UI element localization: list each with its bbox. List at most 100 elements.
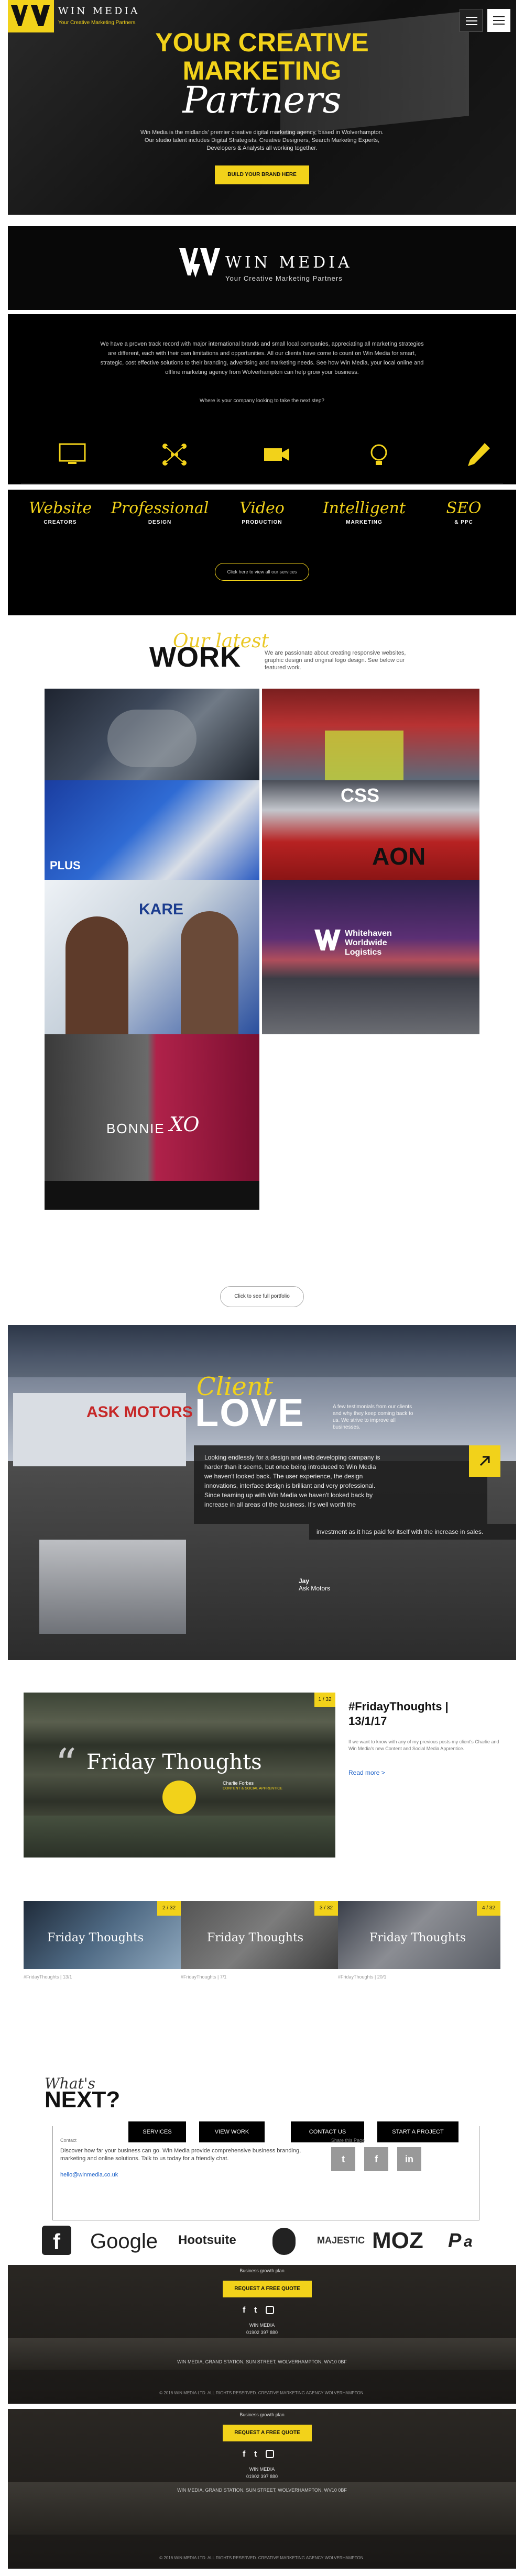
video-camera-icon[interactable] (262, 440, 291, 469)
love-sky (8, 1325, 516, 1377)
about-line: strategic, cost effective solutions to t… (100, 360, 424, 366)
blog-card-small[interactable]: 3 / 32 Friday Thoughts (181, 1901, 338, 1969)
service-marketing[interactable]: Intelligent MARKETING (314, 499, 414, 525)
service-seo[interactable]: SEO & PPC (414, 499, 514, 525)
author-company: Ask Motors (299, 1585, 331, 1592)
portfolio-tile-people[interactable]: KARE (45, 880, 259, 1034)
menu-toggle-button[interactable] (487, 9, 510, 32)
lightbulb-icon[interactable] (364, 440, 394, 469)
service-label: CREATORS (43, 519, 77, 525)
service-label: PRODUCTION (242, 519, 282, 525)
blog-card-title: Friday Thoughts (207, 1931, 304, 1944)
service-video[interactable]: Video PRODUCTION (212, 499, 312, 525)
footer-address: WIN MEDIA, GRAND STATION, SUN STREET, WO… (177, 2487, 347, 2493)
read-more-link[interactable]: Read more > (348, 1769, 385, 1776)
portfolio-tile-css[interactable]: CSS AON (262, 780, 479, 880)
portfolio-tile-mechanic[interactable] (45, 689, 259, 780)
quote-line: we haven't looked back. The user experie… (204, 1473, 363, 1480)
hero-intro-line: Win Media is the midlands' premier creat… (140, 129, 384, 136)
twitter-icon[interactable]: t (331, 2147, 355, 2171)
partner-logo: Google (90, 2230, 158, 2253)
quote-line: innovations, interface design is brillia… (204, 1482, 376, 1489)
blog-counter: 2 / 32 (157, 1901, 181, 1916)
instagram-icon[interactable] (266, 2306, 274, 2314)
blog-counter: 3 / 32 (314, 1901, 338, 1916)
brand-logo-mark (179, 248, 221, 288)
pencil-icon[interactable] (464, 440, 493, 469)
service-design[interactable]: Professional DESIGN (110, 499, 210, 525)
service-label: MARKETING (346, 519, 383, 525)
free-quote-button[interactable]: REQUEST A FREE QUOTE (223, 2281, 312, 2297)
blog-title: #FridayThoughts | 13/1/17 (348, 1699, 506, 1729)
blog-title-line: #FridayThoughts | (348, 1700, 449, 1713)
blog-card-small[interactable]: 2 / 32 Friday Thoughts (24, 1901, 181, 1969)
facebook-icon[interactable]: f (243, 2450, 245, 2459)
blog-excerpt: If we want to know with any of my previo… (348, 1739, 499, 1751)
next-title: NEXT? (45, 2087, 121, 2113)
love-sign: ASK MOTORS (86, 1403, 193, 1421)
contact-heading: Contact (60, 2138, 77, 2143)
free-quote-button[interactable]: REQUEST A FREE QUOTE (223, 2425, 312, 2441)
blog-counter: 4 / 32 (477, 1901, 500, 1916)
service-website[interactable]: Website CREATORS (10, 499, 110, 525)
quote-icon: “ (55, 1740, 77, 1788)
menu-button[interactable] (460, 9, 483, 32)
partner-logo: MAJESTIC (317, 2235, 365, 2246)
portfolio-tile-crowd[interactable] (262, 689, 479, 780)
about-question: Where is your company looking to take th… (200, 398, 324, 404)
services-row: Website CREATORS Professional DESIGN Vid… (8, 490, 516, 615)
tile-label: XO (169, 1113, 200, 1136)
tile-photo (66, 916, 128, 1034)
testimonial-quote: Looking endlessly for a design and web d… (194, 1445, 487, 1524)
facebook-icon[interactable]: f (364, 2147, 388, 2171)
full-portfolio-button[interactable]: Click to see full portfolio (220, 1286, 304, 1307)
footer-duplicate: Business growth plan REQUEST A FREE QUOT… (8, 2409, 516, 2569)
view-services-button[interactable]: Click here to view all our services (215, 563, 309, 581)
about-line: offline marketing agency from Wolverhamp… (165, 369, 359, 375)
service-label: DESIGN (148, 519, 172, 525)
linkedin-icon[interactable]: in (397, 2147, 421, 2171)
blog-card-title: Friday Thoughts (369, 1931, 466, 1944)
featured-blog-card[interactable]: 1 / 32 “ Friday Thoughts Charlie Forbes … (24, 1693, 335, 1858)
hero-title-line1: YOUR CREATIVE (155, 28, 369, 57)
network-icon[interactable] (160, 440, 189, 469)
footer-legal: © 2016 WIN MEDIA LTD. ALL RIGHTS RESERVE… (159, 2391, 365, 2395)
partner-logo: MOZ (372, 2228, 423, 2253)
portfolio-tile-whitehaven[interactable]: Whitehaven Worldwide Logistics (262, 880, 479, 1034)
about-line: are different, each with their own limit… (108, 350, 416, 357)
client-love-section: ASK MOTORS Client LOVE A few testimonial… (8, 1325, 516, 1660)
blog-card-small[interactable]: 4 / 32 Friday Thoughts (338, 1901, 500, 1969)
contact-email[interactable]: hello@winmedia.co.uk (60, 2172, 118, 2178)
portfolio-tile-dark[interactable] (45, 1181, 259, 1210)
logo[interactable] (8, 0, 54, 32)
twitter-icon[interactable]: t (254, 2306, 257, 2315)
service-label: & PPC (454, 519, 473, 525)
brand-banner-tagline: Your Creative Marketing Partners (225, 274, 343, 282)
testimonial-next-button[interactable] (469, 1445, 500, 1477)
footer-phone[interactable]: 01902 397 880 (8, 2330, 516, 2335)
footer-tag: Business growth plan (239, 2412, 285, 2417)
quote-line: harder than it seems, but once being int… (204, 1463, 376, 1471)
service-script: Professional (111, 499, 209, 517)
footer-company: WIN MEDIA (249, 2467, 275, 2472)
footer-phone[interactable]: 01902 397 880 (8, 2474, 516, 2479)
blog-card-subtitle: CONTENT & SOCIAL APPRENTICE (223, 1787, 282, 1790)
instagram-icon[interactable] (266, 2450, 274, 2458)
portfolio-tile-kare-plus[interactable]: PLUS (45, 780, 259, 880)
service-script: Intelligent (322, 499, 406, 517)
quote-line: increase in all areas of the business. I… (204, 1501, 356, 1508)
whitehaven-line: Worldwide (345, 938, 387, 947)
love-blurb: A few testimonials from our clients and … (333, 1404, 413, 1430)
share-heading: Share this Page (331, 2138, 365, 2143)
facebook-logo-icon: f (42, 2226, 71, 2255)
build-brand-button[interactable]: BUILD YOUR BRAND HERE (215, 165, 309, 184)
facebook-icon[interactable]: f (243, 2306, 245, 2315)
twitter-icon[interactable]: t (254, 2450, 257, 2459)
brand-name: WIN MEDIA (58, 5, 140, 17)
portfolio-tile-bonnie[interactable]: BONNIE XO (45, 1034, 259, 1181)
tile-photo (181, 911, 238, 1034)
partner-logo: Hootsuite (178, 2233, 236, 2247)
monitor-icon[interactable] (58, 440, 87, 469)
work-heading: Our latest WORK We are passionate about … (0, 628, 524, 678)
love-title: LOVE (195, 1391, 305, 1434)
